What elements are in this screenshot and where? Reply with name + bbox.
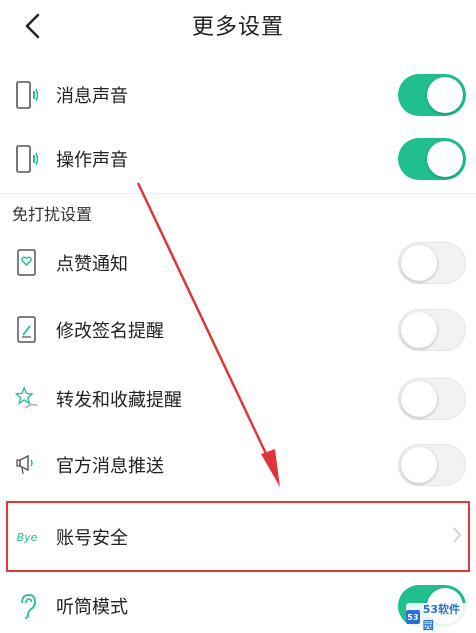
settings-row-earpiece-mode: 听筒模式 — [0, 572, 476, 633]
bye-icon: Bye — [14, 522, 40, 552]
watermark: 53 53软件园 — [406, 603, 470, 632]
settings-row-forward-remind: 转发和收藏提醒 — [0, 365, 476, 433]
toggle-knob — [427, 77, 463, 113]
sign-remind-toggle[interactable] — [398, 309, 466, 351]
settings-row-official-push: 官方消息推送 — [0, 431, 476, 499]
earpiece-mode-label: 听筒模式 — [56, 597, 128, 618]
op-sound-toggle[interactable] — [398, 138, 466, 180]
op-sound-label: 操作声音 — [56, 150, 128, 171]
toggle-knob — [401, 381, 437, 417]
bye-icon-text: Bye — [16, 530, 38, 544]
pen-card-icon — [14, 315, 40, 345]
star-share-icon — [14, 384, 40, 414]
msg-sound-toggle[interactable] — [398, 74, 466, 116]
settings-row-account-security[interactable]: Bye 账号安全 — [0, 503, 476, 571]
toggle-knob — [401, 245, 437, 281]
watermark-logo: 53 — [406, 610, 420, 624]
phone-sound-icon — [14, 80, 40, 110]
ear-icon — [14, 591, 40, 621]
section-divider — [0, 193, 476, 194]
account-security-label: 账号安全 — [56, 528, 128, 549]
toggle-knob — [427, 141, 463, 177]
toggle-knob — [401, 312, 437, 348]
chevron-right-icon — [452, 525, 462, 549]
settings-row-msg-sound: 消息声音 — [0, 61, 476, 129]
msg-sound-label: 消息声音 — [56, 86, 128, 107]
dnd-section-title: 免打扰设置 — [12, 205, 93, 224]
phone-sound-icon — [14, 144, 40, 174]
forward-remind-label: 转发和收藏提醒 — [56, 390, 182, 411]
page-title: 更多设置 — [191, 15, 284, 40]
heart-card-icon — [14, 248, 40, 278]
like-notify-label: 点赞通知 — [56, 254, 128, 275]
settings-row-op-sound: 操作声音 — [0, 125, 476, 193]
official-push-label: 官方消息推送 — [56, 456, 164, 477]
toggle-knob — [401, 447, 437, 483]
watermark-text: 53软件园 — [422, 603, 461, 632]
megaphone-icon — [14, 450, 40, 480]
like-notify-toggle[interactable] — [398, 242, 466, 284]
official-push-toggle[interactable] — [398, 444, 466, 486]
sign-remind-label: 修改签名提醒 — [56, 321, 164, 342]
settings-row-like-notify: 点赞通知 — [0, 229, 476, 297]
forward-remind-toggle[interactable] — [398, 378, 466, 420]
settings-row-sign-remind: 修改签名提醒 — [0, 296, 476, 364]
header: 更多设置 — [0, 0, 476, 52]
